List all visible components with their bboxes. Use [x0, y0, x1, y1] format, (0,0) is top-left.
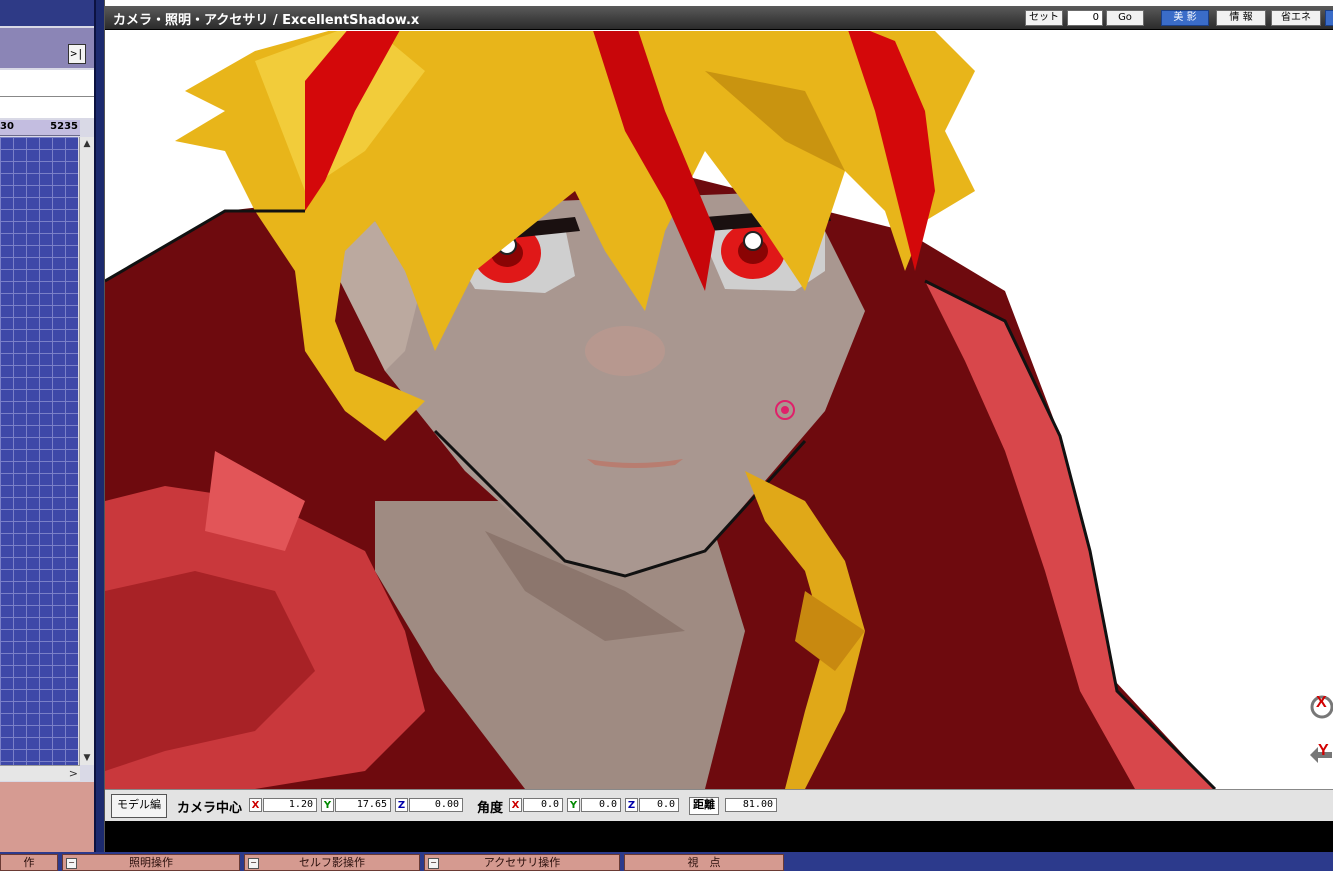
- timeline-blank-row: [0, 70, 94, 96]
- distance-label: 距離: [689, 797, 719, 815]
- tab-label: セルフ影操作: [299, 856, 365, 869]
- character-render: [105, 31, 1217, 789]
- save-energy-button[interactable]: 省エネ: [1271, 10, 1321, 26]
- frame-input[interactable]: 0: [1067, 10, 1103, 26]
- extra-toggle-button[interactable]: [1325, 10, 1333, 26]
- tab-accessory[interactable]: − アクセサリ操作: [424, 854, 620, 871]
- center-z-input[interactable]: 0.00: [409, 798, 463, 812]
- distance-input[interactable]: 81.00: [725, 798, 777, 812]
- angle-y-input[interactable]: 0.0: [581, 798, 621, 812]
- angle-x-input[interactable]: 0.0: [523, 798, 563, 812]
- minimize-icon[interactable]: −: [66, 858, 77, 869]
- set-button[interactable]: セット: [1025, 10, 1063, 26]
- center-y-input[interactable]: 17.65: [335, 798, 391, 812]
- center-z-axis-label: Z: [395, 798, 408, 812]
- go-button[interactable]: Go: [1106, 10, 1144, 26]
- model-edit-button[interactable]: モデル編: [111, 794, 167, 818]
- collapse-panel-button[interactable]: >|: [68, 44, 86, 64]
- angle-label: 角度: [477, 801, 504, 816]
- horizontal-scrollbar[interactable]: >: [0, 765, 80, 781]
- camera-center-label: カメラ中心: [177, 801, 243, 816]
- minimize-icon[interactable]: −: [248, 858, 259, 869]
- bottom-panel-tabs: 作 − 照明操作 − セルフ影操作 − アクセサリ操作 視 点: [0, 852, 1333, 871]
- frame-ruler-end: 5235: [50, 121, 78, 132]
- timeline-blank-row: [0, 96, 94, 118]
- keyframe-grid[interactable]: [0, 137, 78, 765]
- gizmo-y-letter: Y: [1318, 742, 1329, 759]
- minimize-icon[interactable]: −: [428, 858, 439, 869]
- camera-control-bar: モデル編 カメラ中心 X 1.20 Y 17.65 Z 0.00 角度 X 0.…: [105, 789, 1333, 821]
- angle-y-axis-label: Y: [567, 798, 580, 812]
- center-x-axis-label: X: [249, 798, 262, 812]
- scroll-up-icon[interactable]: ▲: [80, 137, 94, 151]
- center-x-input[interactable]: 1.20: [263, 798, 317, 812]
- tab-operation[interactable]: 作: [0, 854, 58, 871]
- right-eye-highlight: [743, 231, 763, 251]
- info-button[interactable]: 情 報: [1216, 10, 1266, 26]
- vertical-scrollbar[interactable]: ▲ ▼: [79, 137, 94, 765]
- timeline-footer: [0, 782, 94, 852]
- angle-x-axis-label: X: [509, 798, 522, 812]
- frame-ruler-start: 30: [0, 121, 14, 132]
- timeline-panel: >| 30 5235 ▲ ▼ >: [0, 0, 96, 852]
- center-y-axis-label: Y: [321, 798, 334, 812]
- tab-label: 照明操作: [129, 856, 173, 869]
- scroll-right-icon[interactable]: >: [69, 766, 78, 782]
- timeline-titlebar: [0, 0, 94, 26]
- beauty-shadow-button[interactable]: 美 影: [1161, 10, 1209, 26]
- 3d-viewport[interactable]: X Y: [105, 31, 1333, 789]
- view-bottom-strip: [105, 821, 1333, 852]
- scroll-down-icon[interactable]: ▼: [80, 751, 94, 765]
- x-rotate-gizmo-icon[interactable]: X: [1308, 691, 1333, 721]
- angle-z-axis-label: Z: [625, 798, 638, 812]
- bone-marker-dot: [781, 406, 789, 414]
- view-titlebar: カメラ・照明・アクセサリ / ExcellentShadow.x セット 0 G…: [105, 6, 1333, 30]
- tab-lighting[interactable]: − 照明操作: [62, 854, 240, 871]
- tab-label: アクセサリ操作: [483, 856, 561, 869]
- tab-label: 作: [23, 856, 35, 869]
- tab-self-shadow[interactable]: − セルフ影操作: [244, 854, 420, 871]
- tab-label: 視 点: [687, 856, 721, 869]
- main-view-window: カメラ・照明・アクセサリ / ExcellentShadow.x セット 0 G…: [104, 0, 1333, 852]
- frame-ruler[interactable]: 30 5235: [0, 120, 80, 136]
- cheek-blush: [585, 326, 665, 376]
- panel-divider[interactable]: [96, 0, 104, 852]
- tab-viewpoint[interactable]: 視 点: [624, 854, 784, 871]
- view-title: カメラ・照明・アクセサリ / ExcellentShadow.x: [113, 13, 420, 28]
- gizmo-x-letter: X: [1316, 694, 1327, 711]
- y-move-gizmo-icon[interactable]: Y: [1308, 739, 1333, 769]
- angle-z-input[interactable]: 0.0: [639, 798, 679, 812]
